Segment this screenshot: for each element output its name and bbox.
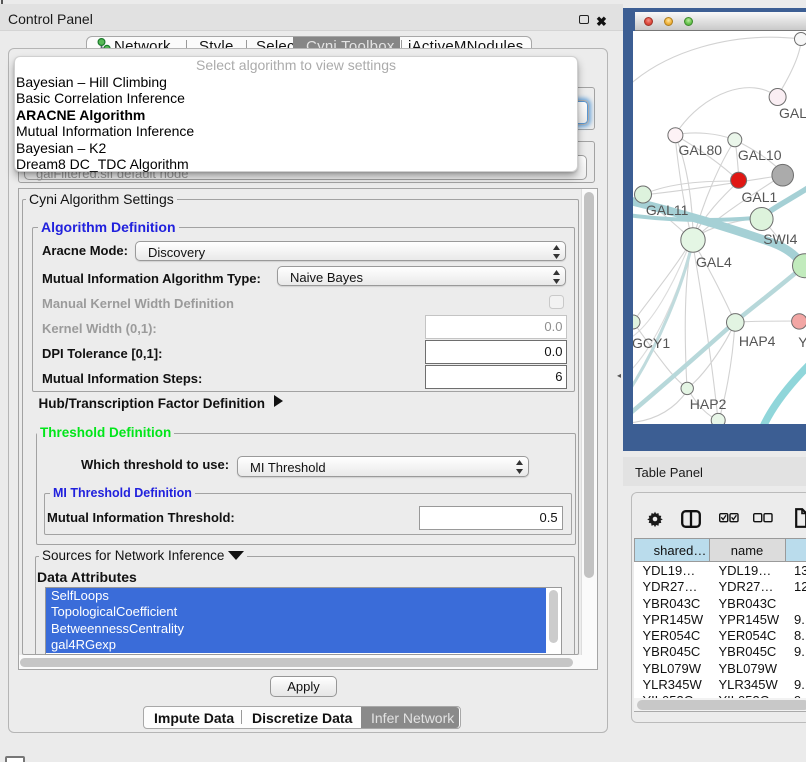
svg-text:GAL2: GAL2	[779, 105, 806, 121]
svg-text:GAL4: GAL4	[696, 254, 732, 270]
svg-text:GAL1: GAL1	[742, 189, 778, 205]
svg-text:HAP4: HAP4	[739, 333, 776, 349]
svg-text:GAL11: GAL11	[646, 202, 689, 218]
svg-text:GAL80: GAL80	[679, 142, 723, 158]
svg-text:GCY1: GCY1	[633, 335, 670, 351]
svg-text:Y: Y	[798, 334, 806, 350]
svg-text:HAP2: HAP2	[690, 396, 727, 412]
svg-text:GAL10: GAL10	[738, 147, 782, 163]
svg-text:SWI4: SWI4	[763, 231, 797, 247]
